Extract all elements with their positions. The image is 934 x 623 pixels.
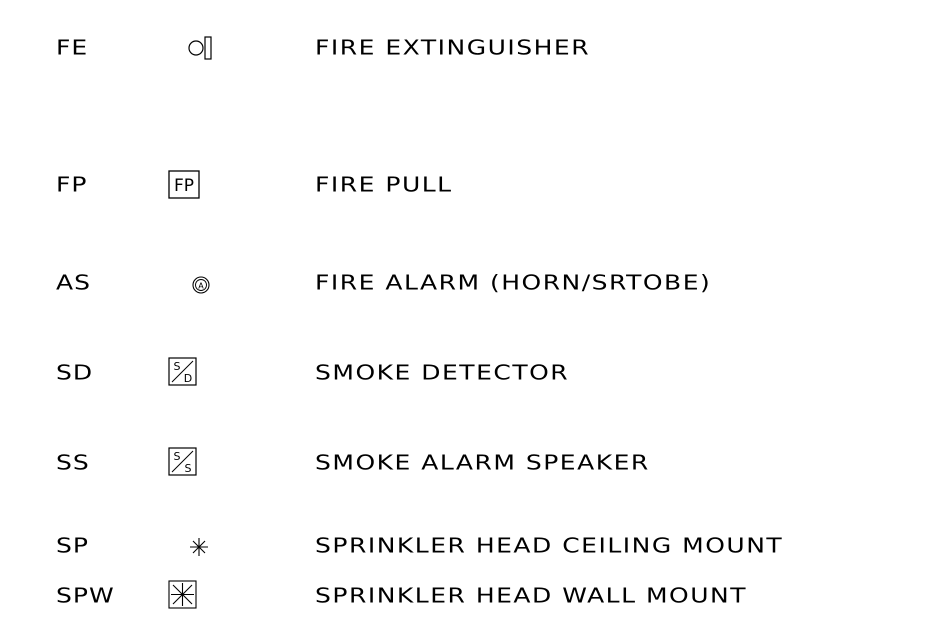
sprinkler-wall-icon xyxy=(168,576,228,616)
legend-row-spw: SPW SPRINKLER HEAD WALL MOUNT xyxy=(0,576,934,616)
legend-abbr: AS xyxy=(56,270,91,295)
smoke-alarm-speaker-icon: S S xyxy=(168,443,228,483)
legend-abbr: FE xyxy=(56,35,89,60)
legend-description: SPRINKLER HEAD WALL MOUNT xyxy=(315,583,747,608)
fire-alarm-symbol-text: A xyxy=(198,282,204,291)
fire-extinguisher-icon xyxy=(168,28,228,68)
legend-row-as: AS A FIRE ALARM (HORN/SRTOBE) xyxy=(0,263,934,303)
legend-abbr: SPW xyxy=(56,583,115,608)
legend-abbr: SP xyxy=(56,533,89,558)
legend-description: FIRE ALARM (HORN/SRTOBE) xyxy=(315,270,712,295)
legend-row-fe: FE FIRE EXTINGUISHER xyxy=(0,28,934,68)
legend-row-sp: SP SPRINKLER HEAD CEILING MOUNT xyxy=(0,526,934,566)
smoke-detector-icon: S D xyxy=(168,353,228,393)
legend-abbr: SS xyxy=(56,450,90,475)
fire-alarm-icon: A xyxy=(168,263,228,303)
legend-description: SPRINKLER HEAD CEILING MOUNT xyxy=(315,533,784,558)
legend-abbr: SD xyxy=(56,360,94,385)
legend-row-fp: FP FP FIRE PULL xyxy=(0,165,934,205)
legend-row-sd: SD S D SMOKE DETECTOR xyxy=(0,353,934,393)
legend-row-ss: SS S S SMOKE ALARM SPEAKER xyxy=(0,443,934,483)
smoke-alarm-speaker-symbol-bottom: S xyxy=(185,462,192,475)
smoke-detector-symbol-top: S xyxy=(174,360,181,373)
smoke-alarm-speaker-symbol-top: S xyxy=(174,450,181,463)
fire-pull-symbol-text: FP xyxy=(174,176,194,196)
legend-description: FIRE EXTINGUISHER xyxy=(315,35,591,60)
smoke-detector-symbol-bottom: D xyxy=(184,372,192,385)
legend-description: SMOKE ALARM SPEAKER xyxy=(315,450,650,475)
legend-description: FIRE PULL xyxy=(315,172,453,197)
fire-pull-icon: FP xyxy=(168,165,228,205)
legend-description: SMOKE DETECTOR xyxy=(315,360,570,385)
legend-abbr: FP xyxy=(56,172,88,197)
sprinkler-ceiling-icon xyxy=(168,526,228,566)
